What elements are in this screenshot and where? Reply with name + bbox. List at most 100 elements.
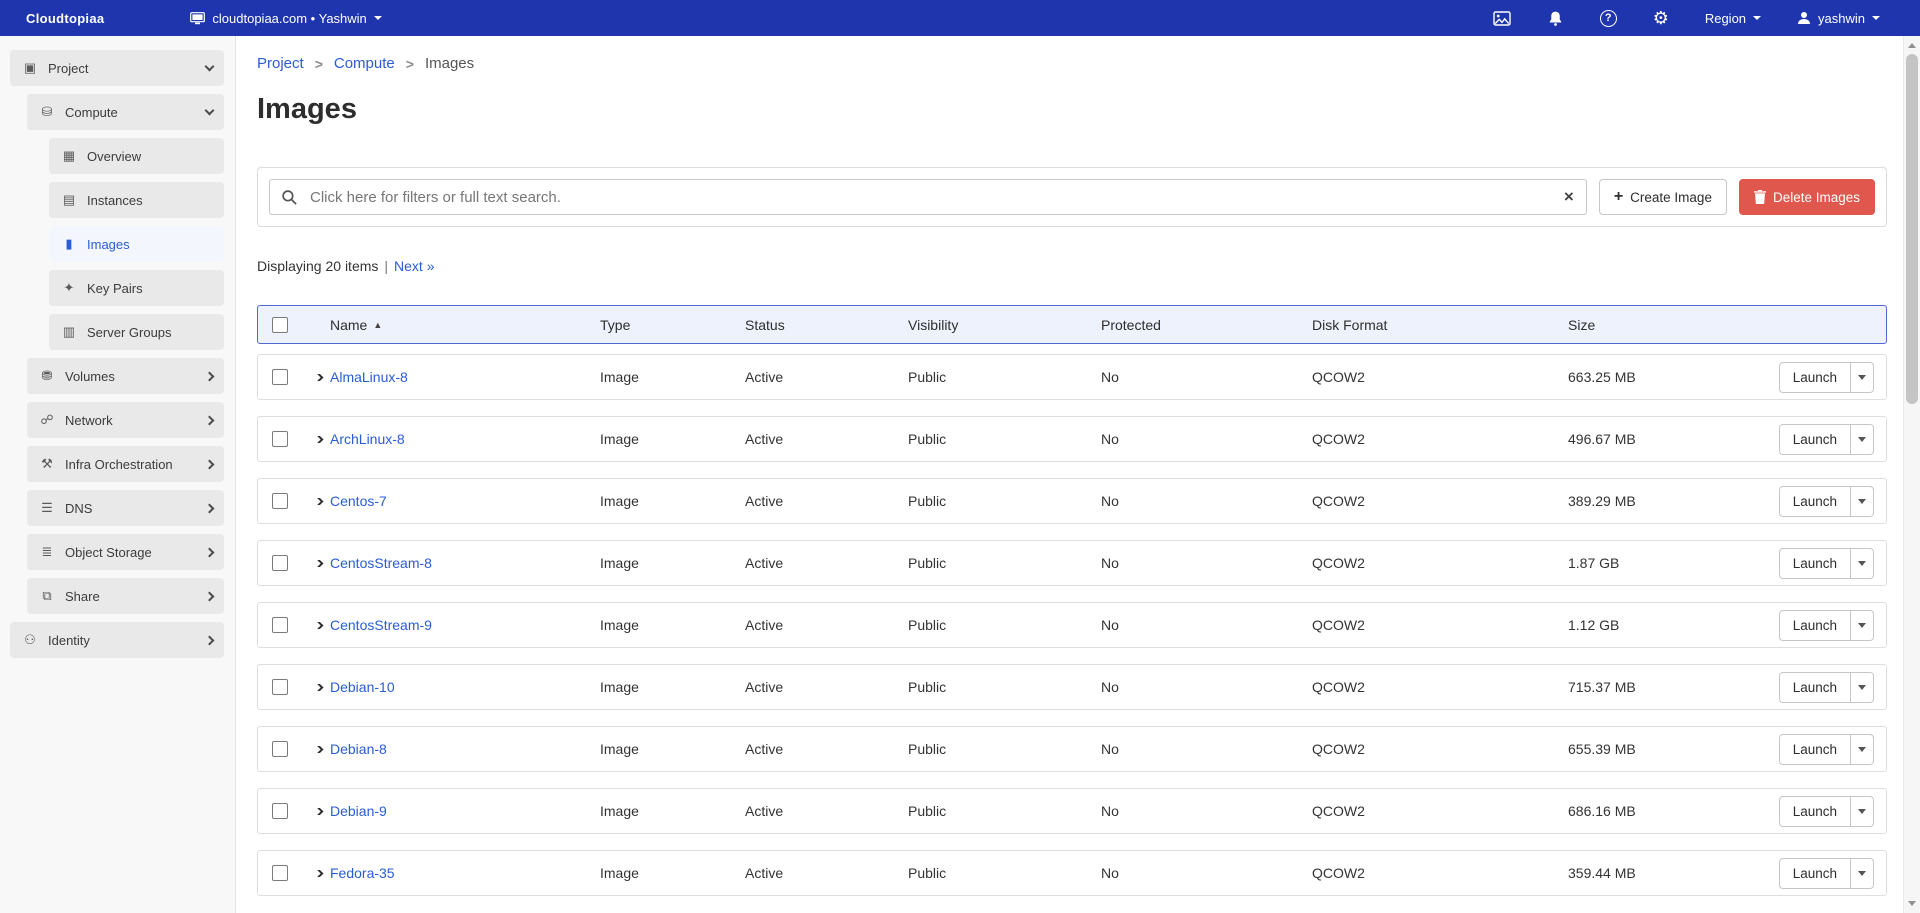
- row-expand-button[interactable]: [306, 746, 330, 753]
- launch-split-button: Launch: [1779, 424, 1874, 455]
- row-expand-button[interactable]: [306, 808, 330, 815]
- breadcrumb-project[interactable]: Project: [257, 55, 304, 72]
- cell-disk-format: QCOW2: [1312, 617, 1568, 633]
- image-name-link[interactable]: CentosStream-9: [330, 617, 432, 633]
- launch-dropdown-toggle[interactable]: [1851, 734, 1874, 765]
- row-expand-button[interactable]: [306, 374, 330, 381]
- sidebar-item-compute[interactable]: ⛁Compute: [27, 94, 224, 130]
- sidebar-item-share[interactable]: ⧉Share: [27, 578, 224, 614]
- cell-protected: No: [1101, 679, 1312, 695]
- image-name-link[interactable]: Debian-10: [330, 679, 395, 695]
- sidebar-item-project[interactable]: ▣Project: [10, 50, 224, 86]
- image-name-link[interactable]: ArchLinux-8: [330, 431, 405, 447]
- launch-button[interactable]: Launch: [1779, 858, 1851, 889]
- region-menu[interactable]: Region: [1705, 11, 1761, 26]
- user-menu[interactable]: yashwin: [1797, 11, 1880, 26]
- cell-status: Active: [745, 617, 908, 633]
- search-input[interactable]: [308, 188, 1552, 207]
- launch-dropdown-toggle[interactable]: [1851, 424, 1874, 455]
- sidebar-item-network[interactable]: ☍Network: [27, 402, 224, 438]
- gear-icon[interactable]: ⚙: [1653, 9, 1669, 27]
- launch-dropdown-toggle[interactable]: [1851, 796, 1874, 827]
- image-name-link[interactable]: Fedora-35: [330, 865, 395, 881]
- gallery-icon[interactable]: [1493, 11, 1511, 26]
- images-icon: ▮: [60, 236, 78, 252]
- select-all-checkbox[interactable]: [272, 317, 288, 333]
- image-name-link[interactable]: CentosStream-8: [330, 555, 432, 571]
- row-expand-button[interactable]: [306, 498, 330, 505]
- column-header-disk-format[interactable]: Disk Format: [1312, 317, 1568, 333]
- sidebar-item-images[interactable]: ▮Images: [49, 226, 224, 262]
- row-checkbox[interactable]: [272, 555, 288, 571]
- sidebar-item-object-storage[interactable]: ≣Object Storage: [27, 534, 224, 570]
- launch-button[interactable]: Launch: [1779, 610, 1851, 641]
- launch-dropdown-toggle[interactable]: [1851, 672, 1874, 703]
- clear-search-icon[interactable]: ×: [1552, 187, 1586, 207]
- launch-button[interactable]: Launch: [1779, 796, 1851, 827]
- cell-visibility: Public: [908, 865, 1101, 881]
- row-checkbox[interactable]: [272, 369, 288, 385]
- row-checkbox[interactable]: [272, 803, 288, 819]
- row-checkbox[interactable]: [272, 741, 288, 757]
- launch-button[interactable]: Launch: [1779, 672, 1851, 703]
- cell-visibility: Public: [908, 431, 1101, 447]
- sidebar-item-dns[interactable]: ☰DNS: [27, 490, 224, 526]
- sidebar-item-infra-orchestration[interactable]: ⚒Infra Orchestration: [27, 446, 224, 482]
- launch-dropdown-toggle[interactable]: [1851, 362, 1874, 393]
- launch-dropdown-toggle[interactable]: [1851, 858, 1874, 889]
- breadcrumb-compute[interactable]: Compute: [334, 55, 395, 72]
- help-icon[interactable]: ?: [1600, 10, 1617, 27]
- sidebar-item-overview[interactable]: ▦Overview: [49, 138, 224, 174]
- sidebar-item-key-pairs[interactable]: ✦Key Pairs: [49, 270, 224, 306]
- launch-button[interactable]: Launch: [1779, 362, 1851, 393]
- column-header-protected[interactable]: Protected: [1101, 317, 1312, 333]
- cell-type: Image: [600, 493, 745, 509]
- sidebar-item-identity[interactable]: ⚇Identity: [10, 622, 224, 658]
- column-header-visibility[interactable]: Visibility: [908, 317, 1101, 333]
- caret-down-icon: [1858, 499, 1866, 504]
- filter-toolbar: × + Create Image Delete Images: [257, 167, 1887, 227]
- launch-button[interactable]: Launch: [1779, 548, 1851, 579]
- chevron-right-icon: [205, 503, 215, 513]
- image-name-link[interactable]: Debian-8: [330, 741, 387, 757]
- row-checkbox[interactable]: [272, 431, 288, 447]
- cell-protected: No: [1101, 865, 1312, 881]
- launch-dropdown-toggle[interactable]: [1851, 610, 1874, 641]
- row-expand-button[interactable]: [306, 684, 330, 691]
- row-checkbox[interactable]: [272, 493, 288, 509]
- row-checkbox[interactable]: [272, 865, 288, 881]
- image-name-link[interactable]: AlmaLinux-8: [330, 369, 408, 385]
- launch-button[interactable]: Launch: [1779, 424, 1851, 455]
- row-expand-button[interactable]: [306, 436, 330, 443]
- row-checkbox[interactable]: [272, 679, 288, 695]
- row-expand-button[interactable]: [306, 622, 330, 629]
- column-header-name[interactable]: Name ▲: [330, 317, 600, 333]
- row-expand-button[interactable]: [306, 560, 330, 567]
- brand-logo[interactable]: Cloudtopiaa: [26, 11, 104, 26]
- launch-button[interactable]: Launch: [1779, 734, 1851, 765]
- column-header-size[interactable]: Size: [1568, 317, 1782, 333]
- image-name-link[interactable]: Centos-7: [330, 493, 387, 509]
- delete-images-button[interactable]: Delete Images: [1739, 179, 1875, 215]
- scrollbar-thumb[interactable]: [1906, 54, 1918, 404]
- column-header-status[interactable]: Status: [745, 317, 908, 333]
- sidebar-item-server-groups[interactable]: ▥Server Groups: [49, 314, 224, 350]
- row-checkbox[interactable]: [272, 617, 288, 633]
- image-name-link[interactable]: Debian-9: [330, 803, 387, 819]
- scroll-down-arrow[interactable]: [1908, 901, 1916, 906]
- cell-status: Active: [745, 555, 908, 571]
- cell-protected: No: [1101, 741, 1312, 757]
- next-page-link[interactable]: Next »: [394, 258, 434, 274]
- scroll-up-arrow[interactable]: [1908, 43, 1916, 48]
- row-expand-button[interactable]: [306, 870, 330, 877]
- sidebar-item-volumes[interactable]: ⛃Volumes: [27, 358, 224, 394]
- launch-button[interactable]: Launch: [1779, 486, 1851, 517]
- sidebar-item-instances[interactable]: ▤Instances: [49, 182, 224, 218]
- region-label: Region: [1705, 11, 1746, 26]
- domain-project-picker[interactable]: cloudtopiaa.com • Yashwin: [190, 11, 381, 26]
- create-image-button[interactable]: + Create Image: [1599, 179, 1727, 215]
- bell-icon[interactable]: [1547, 10, 1564, 27]
- launch-dropdown-toggle[interactable]: [1851, 486, 1874, 517]
- launch-dropdown-toggle[interactable]: [1851, 548, 1874, 579]
- column-header-type[interactable]: Type: [600, 317, 745, 333]
